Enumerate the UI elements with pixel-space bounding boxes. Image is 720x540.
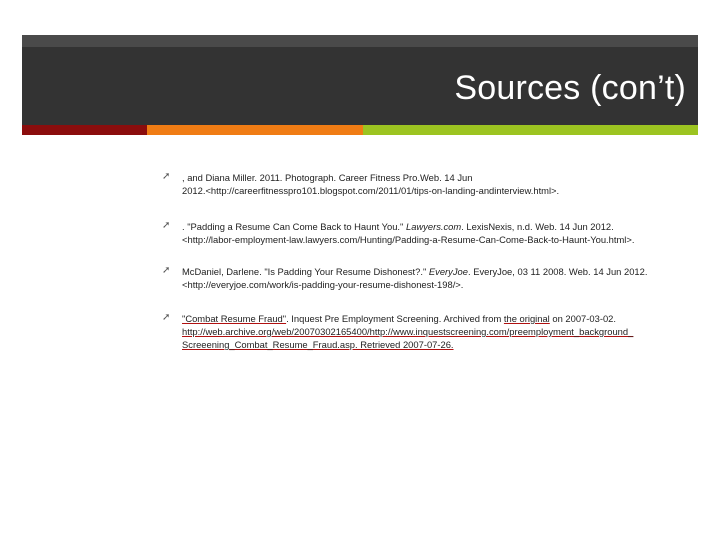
source-4-archive-link-cont[interactable]: Screeening_Combat_Resume_Fraud.asp <box>182 339 355 350</box>
source-2-url: <http://labor-employment-law.lawyers.com… <box>182 234 635 245</box>
source-item-1: , and Diana Miller. 2011. Photograph. Ca… <box>182 171 702 197</box>
header-top-strip <box>22 35 698 47</box>
source-3-url: <http://everyjoe.com/work/is-padding-you… <box>182 279 464 290</box>
accent-bar-orange <box>147 125 363 135</box>
slide-title: Sources (con’t) <box>454 69 686 107</box>
source-3-publisher: . EveryJoe, 03 11 2008. Web. 14 Jun 2012… <box>467 266 648 277</box>
source-item-2: . "Padding a Resume Can Come Back to Hau… <box>182 220 702 246</box>
source-4-archive-link[interactable]: http://web.archive.org/web/2007030216540… <box>182 325 702 338</box>
source-4-text: . Inquest Pre Employment Screening. Arch… <box>286 313 504 324</box>
source-4-original-link[interactable]: the original <box>504 313 550 324</box>
source-4-retrieved: . Retrieved 2007-07-26. <box>355 339 454 350</box>
source-3-text: McDaniel, Darlene. "Is Padding Your Resu… <box>182 266 429 277</box>
accent-bar-red <box>22 125 147 135</box>
accent-bar-green <box>363 125 698 135</box>
source-3-site: EveryJoe <box>428 266 468 277</box>
source-1-line2: 2012.<http://careerfitnesspro101.blogspo… <box>182 185 560 196</box>
arrow-bullet-icon: ➚ <box>162 171 171 182</box>
source-1-line1: , and Diana Miller. 2011. Photograph. Ca… <box>182 172 473 183</box>
source-item-4: "Combat Resume Fraud". Inquest Pre Emplo… <box>182 312 702 351</box>
source-2-text: . "Padding a Resume Can Come Back to Hau… <box>182 221 406 232</box>
source-item-3: McDaniel, Darlene. "Is Padding Your Resu… <box>182 265 702 291</box>
arrow-bullet-icon: ➚ <box>162 265 171 276</box>
arrow-bullet-icon: ➚ <box>162 312 171 323</box>
source-4-title-link[interactable]: "Combat Resume Fraud" <box>182 313 286 324</box>
source-2-site: Lawyers.com <box>405 221 462 232</box>
source-2-publisher: . LexisNexis, n.d. Web. 14 Jun 2012. <box>461 221 614 232</box>
arrow-bullet-icon: ➚ <box>162 220 171 231</box>
source-4-archived-date: on 2007-03-02. <box>549 313 616 324</box>
